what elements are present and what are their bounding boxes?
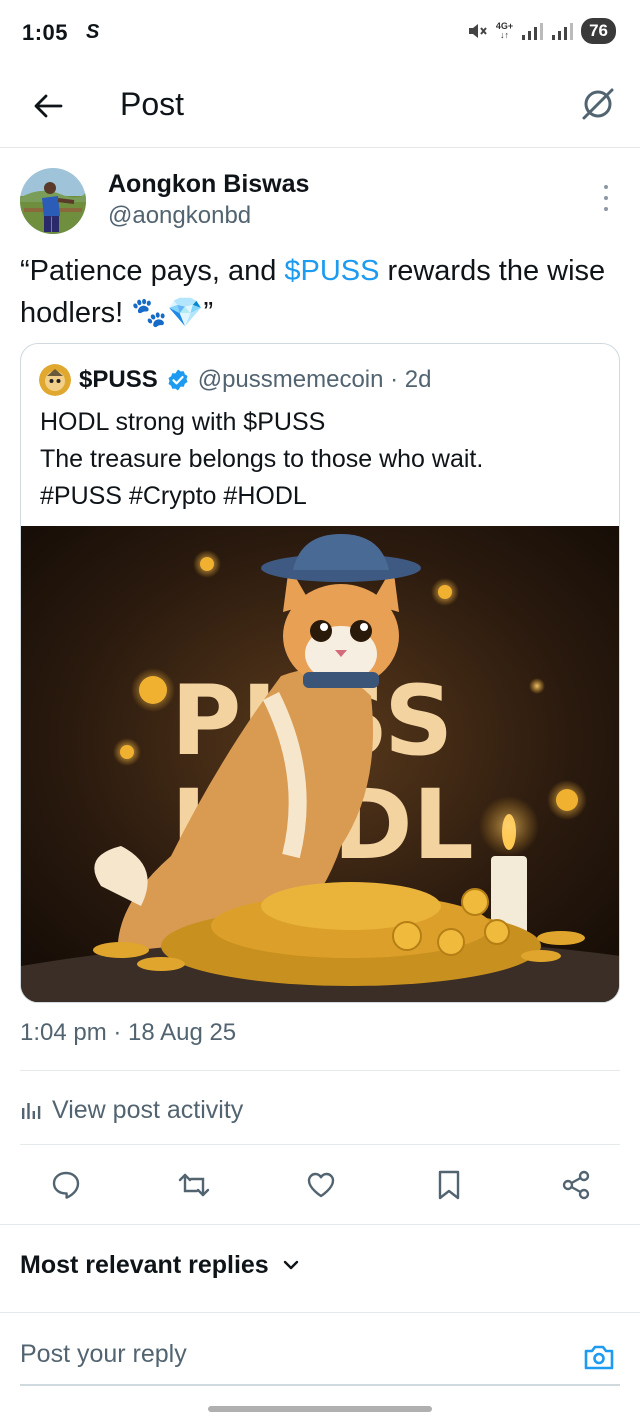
- mute-icon: [468, 24, 487, 38]
- more-dot-icon: [604, 207, 608, 211]
- quoted-handle: @pussmemecoin · 2d: [197, 366, 432, 393]
- view-post-activity-link[interactable]: View post activity: [20, 1090, 243, 1130]
- back-button[interactable]: [26, 84, 70, 128]
- more-dot-icon: [604, 196, 608, 200]
- page-title: Post: [120, 86, 185, 122]
- share-button[interactable]: [556, 1165, 596, 1205]
- like-icon: [307, 1172, 335, 1198]
- divider: [20, 1144, 620, 1145]
- replies-sort-dropdown[interactable]: Most relevant replies: [20, 1246, 299, 1284]
- reply-composer: [20, 1336, 620, 1386]
- post-author: Aongkon Biswas @aongkonbd: [20, 168, 620, 238]
- reply-input[interactable]: [20, 1340, 560, 1369]
- top-app-bar: Post: [0, 64, 640, 148]
- divider: [0, 1224, 640, 1225]
- reply-icon: [52, 1171, 80, 1199]
- cashtag-link[interactable]: $PUSS: [284, 255, 379, 287]
- camera-icon: [584, 1345, 614, 1370]
- grok-button[interactable]: [576, 82, 620, 126]
- status-icons: 4G+ ↓↑ 76: [466, 18, 616, 44]
- divider: [0, 1312, 640, 1313]
- camera-button[interactable]: [580, 1338, 618, 1376]
- quoted-post-text: HODL strong with $PUSS The treasure belo…: [40, 404, 610, 515]
- post-action-bar: [20, 1160, 620, 1210]
- quoted-post[interactable]: $PUSS @pussmemecoin · 2d HODL strong wit…: [20, 343, 620, 1003]
- signal-icon: [522, 23, 544, 40]
- status-bar: 1:05 S 4G+ ↓↑ 76: [0, 0, 640, 64]
- quoted-line: The treasure belongs to those who wait.: [40, 445, 484, 473]
- network-arrows: ↓↑: [499, 30, 509, 40]
- home-indicator[interactable]: [208, 1406, 432, 1412]
- carrier-icon: S: [86, 21, 100, 43]
- chevron-down-icon: [283, 1260, 298, 1270]
- analytics-icon: [22, 1103, 41, 1119]
- share-icon: [562, 1170, 590, 1200]
- signal-icon-2: [552, 23, 574, 40]
- quoted-line: HODL strong with $PUSS: [40, 408, 326, 436]
- replies-sort-label: Most relevant replies: [20, 1251, 269, 1279]
- quoted-post-header: $PUSS @pussmemecoin · 2d: [39, 362, 432, 398]
- quoted-line: #PUSS #Crypto #HODL: [40, 482, 307, 510]
- post-timestamp: 1:04 pm · 18 Aug 25: [20, 1019, 237, 1046]
- quoted-avatar: [39, 364, 71, 396]
- verified-badge-icon: [168, 369, 188, 391]
- more-dot-icon: [604, 185, 608, 189]
- reply-underline: [20, 1384, 620, 1386]
- reply-button[interactable]: [46, 1165, 86, 1205]
- avatar-image: [20, 168, 86, 234]
- divider: [20, 1070, 620, 1071]
- grok-icon: [582, 88, 614, 120]
- post-text-start: “Patience pays, and: [20, 255, 285, 287]
- avatar[interactable]: [20, 168, 86, 234]
- status-time: 1:05: [22, 20, 69, 45]
- view-post-activity-label: View post activity: [52, 1095, 244, 1124]
- repost-icon: [178, 1173, 209, 1197]
- quoted-name: $PUSS: [79, 366, 158, 393]
- post-text: “Patience pays, and $PUSS rewards the wi…: [20, 250, 620, 334]
- bookmark-icon: [438, 1170, 459, 1200]
- author-handle[interactable]: @aongkonbd: [108, 202, 251, 230]
- like-button[interactable]: [301, 1165, 341, 1205]
- repost-button[interactable]: [174, 1165, 214, 1205]
- more-options-button[interactable]: [596, 182, 616, 214]
- quoted-post-image[interactable]: PUSS HODL: [21, 526, 620, 1003]
- bookmark-button[interactable]: [429, 1165, 469, 1205]
- back-arrow-icon: [34, 94, 63, 118]
- network-indicator: 4G+ ↓↑: [496, 22, 513, 40]
- battery-indicator: 76: [581, 18, 616, 44]
- author-name[interactable]: Aongkon Biswas: [108, 170, 309, 199]
